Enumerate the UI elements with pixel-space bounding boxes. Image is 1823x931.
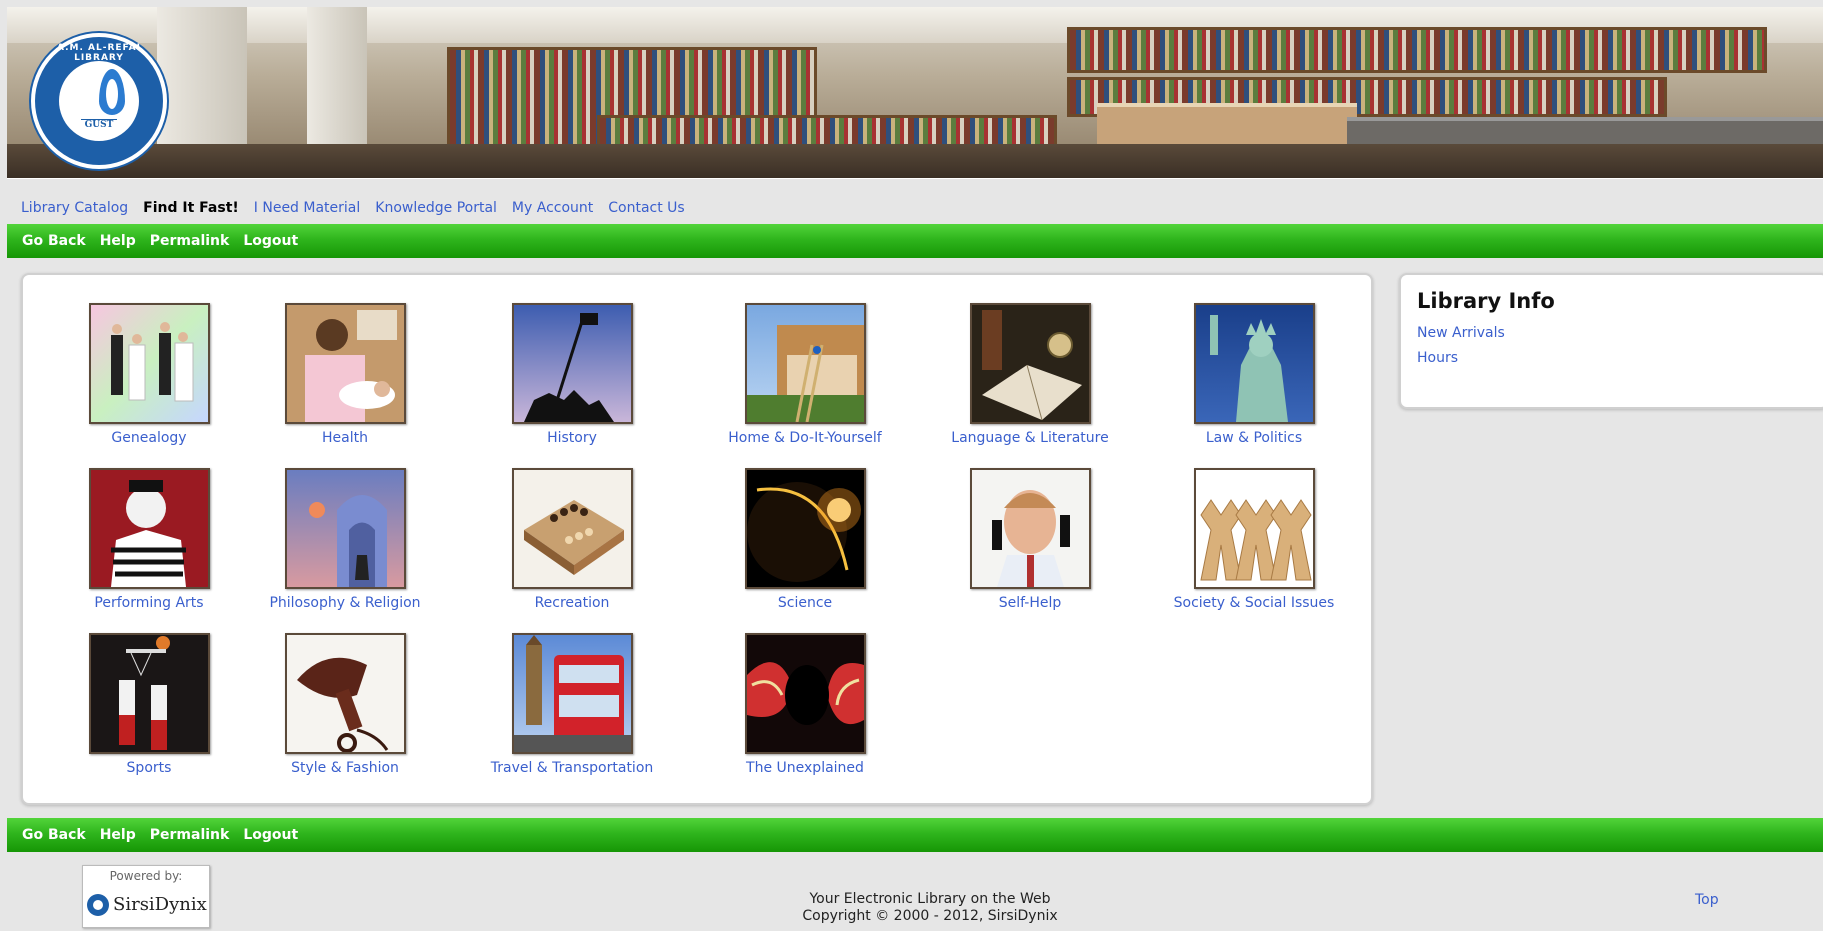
powered-by-label: Powered by: [109,869,183,883]
category-tile-travel-transportation[interactable]: Travel & Transportation [457,633,687,776]
category-tile-recreation[interactable]: Recreation [457,468,687,611]
abstract-swirl-icon [744,633,866,754]
hours-link[interactable]: Hours [1417,350,1811,366]
category-tile-the-unexplained[interactable]: The Unexplained [690,633,920,776]
category-tile-language-literature[interactable]: Language & Literature [915,303,1145,446]
chessboard-icon [511,468,633,589]
bell-tower-icon [284,468,406,589]
category-label: Health [322,430,368,446]
help-link[interactable]: Help [100,827,136,843]
category-label: Recreation [534,595,610,611]
flag-raising-icon [511,303,633,424]
wedding-couples-icon [88,303,210,424]
nav-my-account[interactable]: My Account [512,200,593,216]
category-tile-philosophy-religion[interactable]: Philosophy & Religion [230,468,460,611]
category-tile-style-fashion[interactable]: Style & Fashion [230,633,460,776]
banner-floor [7,144,1823,178]
nav-find-it-fast[interactable]: Find It Fast! [143,200,239,216]
category-label: Travel & Transportation [490,760,654,776]
logout-link[interactable]: Logout [243,827,298,843]
category-tile-society-social-issues[interactable]: Society & Social Issues [1139,468,1369,611]
category-tile-health[interactable]: Health [230,303,460,446]
gust-library-logo[interactable]: A.M. AL-REFAI LIBRARY GUST [31,33,167,169]
sirsidynix-icon [87,894,109,916]
open-book-icon [969,303,1091,424]
hair-dryer-icon [284,633,406,754]
category-label: Philosophy & Religion [269,595,421,611]
statue-of-liberty-icon [1193,303,1315,424]
category-label: Language & Literature [951,430,1109,446]
powered-by-badge[interactable]: Powered by: SirsiDynix [82,865,210,928]
permalink-link[interactable]: Permalink [150,827,230,843]
footer-copyright: Copyright © 2000 - 2012, SirsiDynix [802,908,1058,924]
category-tile-science[interactable]: Science [690,468,920,611]
library-info-title: Library Info [1417,289,1555,313]
category-tile-self-help[interactable]: Self-Help [915,468,1145,611]
vendor-name: SirsiDynix [113,894,207,915]
footer-text: Your Electronic Library on the Web Copyr… [700,891,1160,925]
double-decker-bus-icon [511,633,633,754]
top-link[interactable]: Top [1695,892,1719,908]
category-tile-history[interactable]: History [457,303,687,446]
new-arrivals-link[interactable]: New Arrivals [1417,325,1811,341]
action-bar-top: Go Back Help Permalink Logout [7,224,1823,258]
house-ladder-icon [744,303,866,424]
category-label: Society & Social Issues [1173,595,1335,611]
footer: Powered by: SirsiDynix Your Electronic L… [0,853,1823,931]
eclipse-icon [744,468,866,589]
man-phones-icon [969,468,1091,589]
logo-emblem: GUST [59,61,139,141]
logo-name: GUST [81,119,117,131]
category-tile-home-diy[interactable]: Home & Do-It-Yourself [690,303,920,446]
mime-icon [88,468,210,589]
category-label: History [547,430,597,446]
flame-highlight [106,79,118,109]
category-label: Style & Fashion [291,760,399,776]
go-back-link[interactable]: Go Back [22,827,86,843]
header-banner: A.M. AL-REFAI LIBRARY GUST [7,7,1823,179]
category-label: Home & Do-It-Yourself [728,430,882,446]
paper-dolls-icon [1193,468,1315,589]
top-navigation: Library Catalog Find It Fast! I Need Mat… [0,193,1823,223]
logout-link[interactable]: Logout [243,233,298,249]
nav-i-need-material[interactable]: I Need Material [254,200,361,216]
nurse-baby-icon [284,303,406,424]
help-link[interactable]: Help [100,233,136,249]
category-tile-law-politics[interactable]: Law & Politics [1139,303,1369,446]
logo-ring-text: A.M. AL-REFAI LIBRARY [56,43,141,63]
category-label: Science [777,595,833,611]
category-panel: Genealogy Health History Home & Do-It-Yo… [21,273,1373,805]
banner-bookshelf [1067,27,1767,73]
nav-knowledge-portal[interactable]: Knowledge Portal [375,200,497,216]
category-label: Self-Help [998,595,1062,611]
permalink-link[interactable]: Permalink [150,233,230,249]
nav-contact-us[interactable]: Contact Us [608,200,684,216]
action-bar-bottom: Go Back Help Permalink Logout [7,818,1823,852]
library-info-panel: Library Info New Arrivals Hours [1399,273,1823,409]
basketball-icon [88,633,210,754]
category-label: The Unexplained [746,760,864,776]
nav-library-catalog[interactable]: Library Catalog [21,200,128,216]
go-back-link[interactable]: Go Back [22,233,86,249]
footer-tagline: Your Electronic Library on the Web [809,891,1051,907]
category-label: Law & Politics [1205,430,1303,446]
sirsidynix-logo: SirsiDynix [87,894,207,916]
